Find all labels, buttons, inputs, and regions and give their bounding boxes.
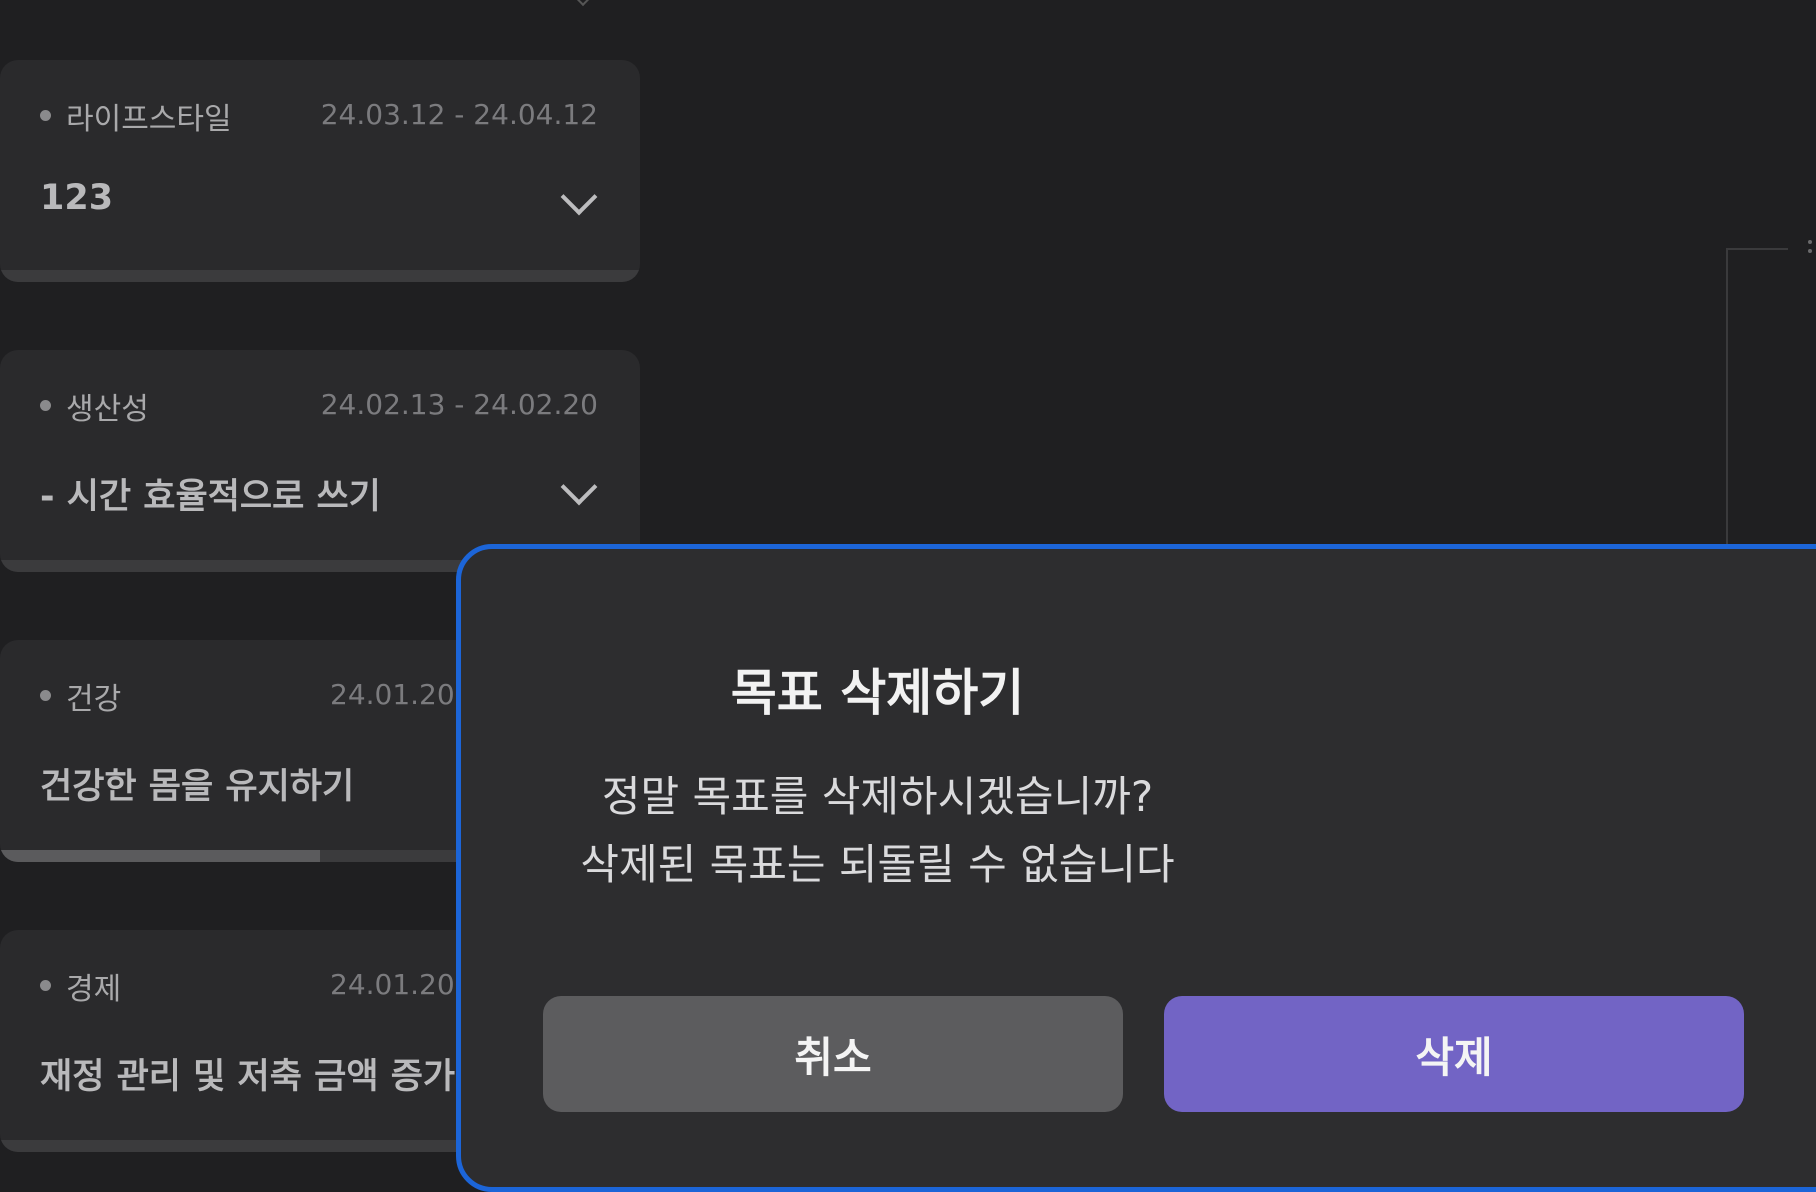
dialog-message-line: 정말 목표를 삭제하시겠습니까? (601, 772, 1154, 821)
goal-category: 경제 (66, 972, 122, 1007)
connector-line (1726, 248, 1788, 250)
goal-progress-bar (0, 270, 640, 282)
chevron-down-icon[interactable] (560, 468, 598, 506)
chevron-down-icon[interactable] (560, 178, 598, 216)
goal-dates: 24.01.20 (330, 968, 455, 1001)
dialog-message: 정말 목표를 삭제하시겠습니까? 삭제된 목표는 되돌릴 수 없습니다 (461, 763, 1294, 899)
dot-icon (40, 400, 51, 411)
goal-category: 라이프스타일 (66, 102, 232, 137)
goal-title: - 시간 효율적으로 쓰기 (40, 477, 381, 517)
goal-dates: 24.03.12 - 24.04.12 (320, 98, 598, 131)
goal-title: 건강한 몸을 유지하기 (40, 767, 355, 807)
goal-category: 건강 (66, 682, 122, 717)
dot-icon (40, 980, 51, 991)
cancel-button[interactable]: 취소 (543, 996, 1123, 1112)
goal-category: 생산성 (66, 392, 149, 427)
goal-dates: 24.01.20 (330, 678, 455, 711)
dot-icon (40, 690, 51, 701)
dialog-title: 목표 삭제하기 (730, 664, 1025, 722)
app-root: 라이프스타일 24.03.12 - 24.04.12 123 생산성 24.02… (0, 0, 1816, 1192)
more-icon[interactable] (1808, 240, 1812, 258)
goal-title: 재정 관리 및 저축 금액 증가 (40, 1057, 456, 1097)
delete-goal-dialog: 목표 삭제하기 정말 목표를 삭제하시겠습니까? 삭제된 목표는 되돌릴 수 없… (456, 544, 1816, 1192)
goal-card[interactable]: 생산성 24.02.13 - 24.02.20 - 시간 효율적으로 쓰기 (0, 350, 640, 572)
dot-icon (40, 110, 51, 121)
goal-card[interactable]: 라이프스타일 24.03.12 - 24.04.12 123 (0, 60, 640, 282)
chevron-down-icon (575, 0, 591, 7)
goal-title: 123 (40, 178, 114, 218)
goal-dates: 24.02.13 - 24.02.20 (320, 388, 598, 421)
goal-progress-fill (0, 850, 320, 862)
dialog-message-line: 삭제된 목표는 되돌릴 수 없습니다 (580, 840, 1175, 889)
delete-button[interactable]: 삭제 (1164, 996, 1744, 1112)
connector-line (1726, 248, 1728, 548)
